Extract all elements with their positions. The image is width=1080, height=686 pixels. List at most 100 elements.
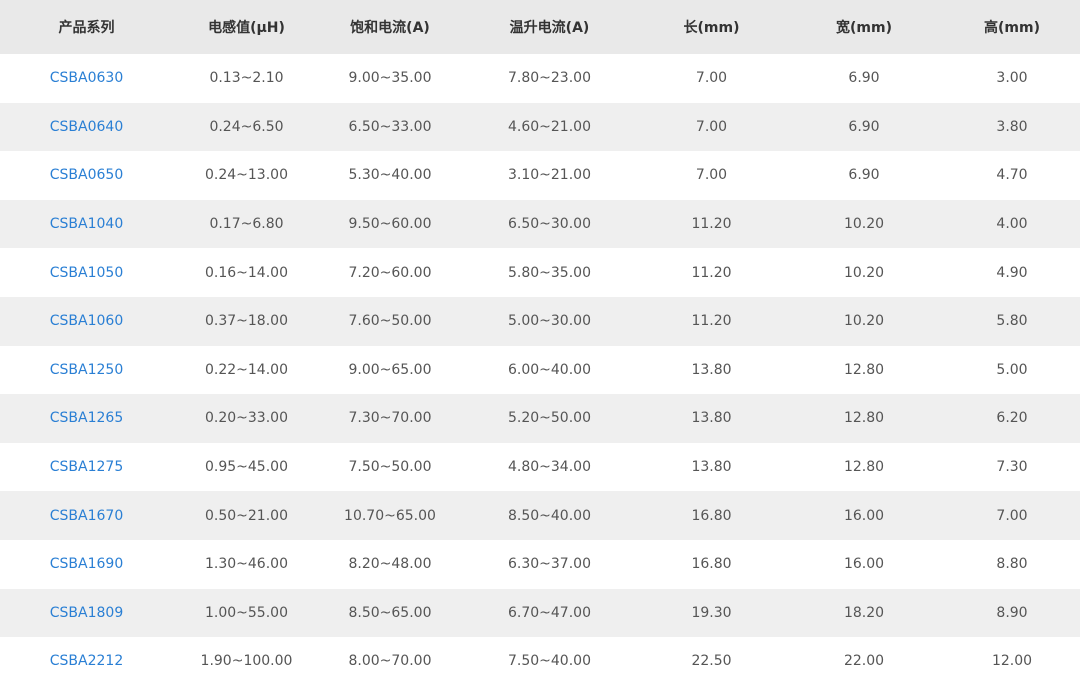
header-row: 产品系列 电感值(μH) 饱和电流(A) 温升电流(A) 长(mm) 宽(mm)… — [0, 0, 1080, 54]
table-row: CSBA0650 0.24~13.00 5.30~40.00 3.10~21.00 7.… — [0, 151, 1080, 200]
table-row: CSBA1265 0.20~33.00 7.30~70.00 5.20~50.00 13… — [0, 394, 1080, 443]
width-cell: 6.90 — [848, 167, 880, 184]
temp-rise-current-cell: 6.70~47.00 — [508, 604, 591, 621]
length-cell: 13.80 — [691, 361, 732, 378]
width-cell: 6.90 — [848, 118, 880, 135]
series-link[interactable]: CSBA1690 — [0, 540, 173, 589]
width-cell: 10.20 — [843, 313, 885, 330]
table-row: CSBA1060 0.37~18.00 7.60~50.00 5.00~30.00 11… — [0, 296, 1080, 346]
saturation-current-cell: 9.50~60.00 — [348, 216, 432, 233]
inductance-cell: 0.24~13.00 — [205, 167, 288, 184]
temp-rise-current-cell: 5.20~50.00 — [508, 410, 591, 427]
column-header-width: 宽(mm) — [836, 20, 892, 36]
table-row: CSBA2212 1.90~100.00 8.00~70.00 7.50~40.00 2… — [0, 637, 1080, 686]
width-cell: 18.20 — [843, 604, 885, 621]
inductance-cell: 0.95~45.00 — [205, 459, 288, 476]
table-row: CSBA1670 0.50~21.00 10.70~65.00 8.50~40.00 1… — [0, 491, 1080, 540]
series-link[interactable]: CSBA0640 — [0, 103, 173, 152]
inductance-cell: 1.00~55.00 — [205, 604, 288, 621]
height-cell: 5.80 — [996, 313, 1028, 330]
table-row: CSBA1275 0.95~45.00 7.50~50.00 4.80~34.00 13… — [0, 442, 1080, 492]
table-row: CSBA0640 0.24~6.50 6.50~33.00 4.60~21.00 7.0… — [0, 102, 1080, 152]
width-cell: 12.80 — [843, 410, 885, 427]
length-cell: 11.20 — [691, 313, 732, 330]
length-cell: 7.00 — [695, 167, 728, 184]
temp-rise-current-cell: 5.00~30.00 — [508, 313, 591, 330]
series-link[interactable]: CSBA0650 — [0, 151, 173, 200]
height-cell: 8.80 — [996, 556, 1028, 573]
length-cell: 7.00 — [695, 118, 728, 135]
width-cell: 16.00 — [843, 556, 885, 573]
saturation-current-cell: 7.60~50.00 — [348, 313, 432, 330]
series-link[interactable]: CSBA1265 — [0, 394, 173, 443]
series-link[interactable]: CSBA1275 — [0, 443, 173, 492]
product-spec-table: 产品系列 电感值(μH) 饱和电流(A) 温升电流(A) 长(mm) 宽(mm)… — [0, 0, 1080, 686]
width-cell: 10.20 — [843, 216, 885, 233]
inductance-cell: 0.37~18.00 — [205, 313, 288, 330]
series-link[interactable]: CSBA1040 — [0, 200, 173, 249]
saturation-current-cell: 8.00~70.00 — [348, 653, 432, 670]
width-cell: 22.00 — [843, 653, 885, 670]
saturation-current-cell: 7.50~50.00 — [348, 459, 432, 476]
table-body: CSBA0630 0.13~2.10 9.00~35.00 7.80~23.00 7.0… — [0, 54, 1080, 686]
inductance-cell: 0.16~14.00 — [205, 264, 288, 281]
length-cell: 7.00 — [695, 70, 728, 87]
saturation-current-cell: 10.70~65.00 — [344, 507, 436, 524]
saturation-current-cell: 9.00~65.00 — [348, 361, 432, 378]
inductance-cell: 1.30~46.00 — [205, 556, 288, 573]
length-cell: 13.80 — [691, 459, 732, 476]
height-cell: 7.00 — [996, 507, 1028, 524]
inductance-cell: 1.90~100.00 — [200, 653, 293, 670]
length-cell: 11.20 — [691, 216, 732, 233]
length-cell: 19.30 — [691, 604, 732, 621]
temp-rise-current-cell: 3.10~21.00 — [508, 167, 591, 184]
length-cell: 22.50 — [691, 653, 732, 670]
height-cell: 8.90 — [996, 604, 1028, 621]
temp-rise-current-cell: 6.30~37.00 — [508, 556, 591, 573]
inductance-cell: 0.20~33.00 — [205, 410, 288, 427]
column-header-height: 高(mm) — [984, 20, 1040, 36]
temp-rise-current-cell: 6.00~40.00 — [508, 361, 591, 378]
series-link[interactable]: CSBA1809 — [0, 589, 173, 638]
table-row: CSBA1050 0.16~14.00 7.20~60.00 5.80~35.00 11… — [0, 248, 1080, 297]
temp-rise-current-cell: 4.60~21.00 — [508, 118, 591, 135]
saturation-current-cell: 5.30~40.00 — [348, 167, 432, 184]
series-link[interactable]: CSBA2212 — [0, 637, 173, 686]
temp-rise-current-cell: 7.80~23.00 — [508, 70, 591, 87]
length-cell: 13.80 — [691, 410, 732, 427]
table-row: CSBA1809 1.00~55.00 8.50~65.00 6.70~47.00 19… — [0, 588, 1080, 638]
inductance-cell: 0.17~6.80 — [209, 216, 284, 233]
inductance-cell: 0.24~6.50 — [209, 118, 284, 135]
table-row: CSBA1040 0.17~6.80 9.50~60.00 6.50~30.00 11.… — [0, 199, 1080, 249]
width-cell: 10.20 — [843, 264, 885, 281]
saturation-current-cell: 6.50~33.00 — [348, 118, 432, 135]
length-cell: 16.80 — [691, 507, 732, 524]
series-link[interactable]: CSBA1060 — [0, 297, 173, 346]
height-cell: 3.80 — [996, 118, 1028, 135]
series-link[interactable]: CSBA1670 — [0, 491, 173, 540]
height-cell: 4.70 — [996, 167, 1028, 184]
saturation-current-cell: 7.20~60.00 — [348, 264, 432, 281]
height-cell: 7.30 — [996, 459, 1028, 476]
column-header-saturation-current: 饱和电流(A) — [350, 20, 430, 36]
table-row: CSBA1690 1.30~46.00 8.20~48.00 6.30~37.00 16… — [0, 539, 1080, 589]
temp-rise-current-cell: 5.80~35.00 — [508, 264, 591, 281]
height-cell: 6.20 — [996, 410, 1028, 427]
inductance-cell: 0.13~2.10 — [209, 70, 284, 87]
length-cell: 16.80 — [691, 556, 732, 573]
width-cell: 16.00 — [843, 507, 885, 524]
series-link[interactable]: CSBA0630 — [0, 54, 173, 103]
series-link[interactable]: CSBA1250 — [0, 346, 173, 395]
inductance-cell: 0.22~14.00 — [205, 361, 288, 378]
table-row: CSBA1250 0.22~14.00 9.00~65.00 6.00~40.00 13… — [0, 345, 1080, 395]
inductance-cell: 0.50~21.00 — [205, 507, 288, 524]
table-row: CSBA0630 0.13~2.10 9.00~35.00 7.80~23.00 7.0… — [0, 54, 1080, 103]
height-cell: 4.90 — [996, 264, 1028, 281]
temp-rise-current-cell: 7.50~40.00 — [508, 653, 591, 670]
column-header-temp-rise-current: 温升电流(A) — [509, 20, 590, 36]
column-header-length: 长(mm) — [683, 20, 740, 36]
column-header-series: 产品系列 — [58, 20, 115, 36]
series-link[interactable]: CSBA1050 — [0, 248, 173, 297]
temp-rise-current-cell: 6.50~30.00 — [508, 216, 591, 233]
width-cell: 12.80 — [843, 361, 885, 378]
